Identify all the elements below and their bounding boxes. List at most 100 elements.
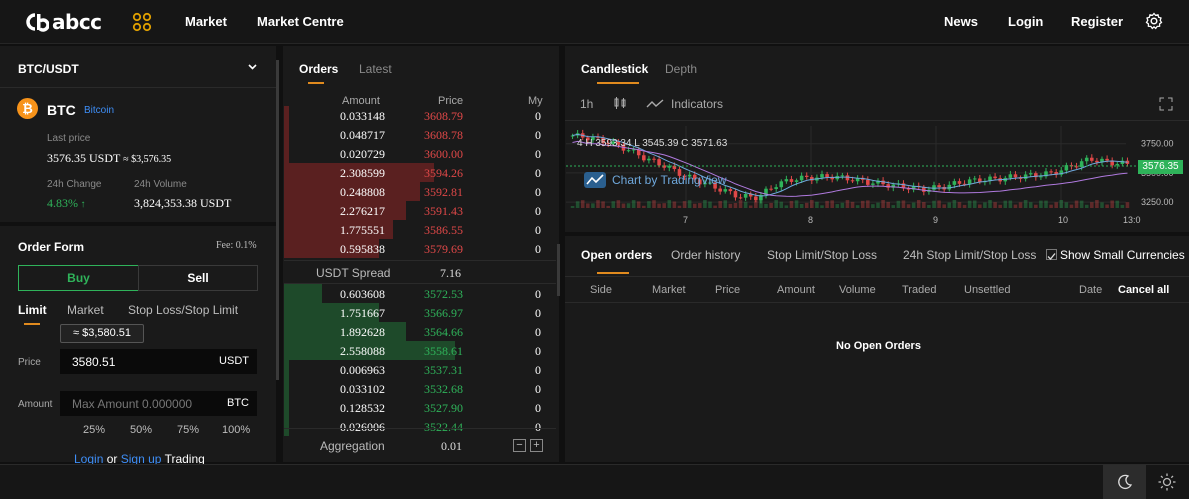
- last-price-value: 3576.35 USDT ≈ $3,576.35: [47, 151, 172, 165]
- volume-bar: [647, 201, 651, 208]
- candle-body: [840, 175, 845, 177]
- depth-bar: [284, 125, 289, 144]
- depth-bar: [284, 144, 289, 163]
- indicators-icon: [646, 99, 664, 108]
- tab-orders[interactable]: Orders: [299, 62, 338, 76]
- tab-latest[interactable]: Latest: [359, 62, 392, 76]
- ask-row[interactable]: 0.020729 3600.00 0: [284, 144, 556, 163]
- ask-row[interactable]: 0.595838 3579.69 0: [284, 239, 556, 258]
- aggregation-plus-button[interactable]: +: [530, 439, 543, 452]
- candle-body: [1105, 158, 1109, 161]
- left-scrollbar[interactable]: [276, 60, 279, 380]
- fullscreen-icon[interactable]: [1159, 97, 1173, 111]
- price-input[interactable]: [60, 349, 220, 374]
- volume-bar: [891, 205, 896, 208]
- candle-body: [804, 175, 809, 178]
- volume-bar: [871, 204, 875, 208]
- price-field: USDT: [60, 349, 257, 374]
- order-type-stop[interactable]: Stop Loss/Stop Limit: [128, 303, 238, 317]
- interval-button[interactable]: 1h: [580, 97, 593, 111]
- volume-bar: [962, 204, 967, 208]
- volume-bar: [927, 204, 931, 208]
- show-small-checkbox[interactable]: [1046, 249, 1057, 260]
- bid-row[interactable]: 0.603608 3572.53 0: [284, 284, 556, 303]
- nav-market-centre[interactable]: Market Centre: [257, 14, 344, 29]
- volume-bar: [830, 200, 834, 208]
- ask-row[interactable]: 2.276217 3591.43 0: [284, 201, 556, 220]
- volume-bar: [942, 204, 946, 208]
- row-amount: 2.276217: [340, 204, 385, 218]
- candle-body: [1090, 157, 1094, 161]
- gear-icon[interactable]: [1145, 12, 1163, 30]
- volume-bar: [799, 203, 804, 208]
- pair-selector[interactable]: BTC/USDT: [0, 46, 276, 88]
- coin-name[interactable]: Bitcoin: [84, 105, 114, 116]
- dark-mode-button[interactable]: [1103, 465, 1146, 499]
- tab-open-orders[interactable]: Open orders: [581, 248, 652, 262]
- tab-24h-stop-limit[interactable]: 24h Stop Limit/Stop Loss: [903, 248, 1036, 262]
- volume-bar: [733, 202, 738, 208]
- candle-body: [754, 196, 758, 201]
- apps-grid-icon[interactable]: [132, 12, 152, 32]
- bid-row[interactable]: 1.892628 3564.66 0: [284, 322, 556, 341]
- buy-button[interactable]: Buy: [18, 265, 139, 291]
- bid-row[interactable]: 2.558088 3558.61 0: [284, 341, 556, 360]
- order-type-limit[interactable]: Limit: [18, 303, 47, 317]
- orderbook-scrollbar[interactable]: [557, 244, 560, 296]
- col-market: Market: [652, 284, 686, 296]
- volume-bar: [794, 200, 799, 208]
- bid-row[interactable]: 0.006963 3537.31 0: [284, 360, 556, 379]
- percent-25-button[interactable]: 25%: [83, 424, 105, 436]
- candle-type-icon[interactable]: [613, 96, 627, 110]
- ask-row[interactable]: 2.308599 3594.26 0: [284, 163, 556, 182]
- bid-row[interactable]: 1.751667 3566.97 0: [284, 303, 556, 322]
- candle-body: [937, 185, 941, 188]
- sell-button[interactable]: Sell: [138, 265, 258, 291]
- volume-bar: [1028, 202, 1033, 208]
- candle-body: [825, 174, 829, 178]
- volume-bar: [825, 200, 829, 208]
- ask-row[interactable]: 0.248808 3592.81 0: [284, 182, 556, 201]
- aggregation-minus-button[interactable]: −: [513, 439, 526, 452]
- top-nav: abcc Market Market Centre News Login Reg…: [0, 0, 1189, 44]
- candle-body: [652, 158, 656, 160]
- percent-100-button[interactable]: 100%: [222, 424, 250, 436]
- volume-bar: [850, 201, 855, 208]
- brand-logo[interactable]: abcc: [25, 10, 102, 34]
- order-type-market[interactable]: Market: [67, 303, 104, 317]
- ask-row[interactable]: 0.048717 3608.78 0: [284, 125, 556, 144]
- row-my: 0: [535, 287, 541, 301]
- row-amount: 0.603608: [340, 287, 385, 301]
- cancel-all-button[interactable]: Cancel all: [1118, 284, 1169, 296]
- tab-stop-limit[interactable]: Stop Limit/Stop Loss: [767, 248, 877, 262]
- percent-75-button[interactable]: 75%: [177, 424, 199, 436]
- ask-row[interactable]: 1.775551 3586.55 0: [284, 220, 556, 239]
- candle-body: [647, 158, 651, 161]
- row-my: 0: [535, 242, 541, 256]
- volume-bar: [1115, 200, 1120, 208]
- nav-register[interactable]: Register: [1071, 14, 1123, 29]
- volume-bar: [1079, 200, 1084, 208]
- nav-market[interactable]: Market: [185, 14, 227, 29]
- sun-icon[interactable]: [1158, 473, 1176, 491]
- tab-order-history[interactable]: Order history: [671, 248, 740, 262]
- candle-body: [718, 188, 722, 192]
- col-date: Date: [1079, 284, 1103, 296]
- show-small-label[interactable]: Show Small Currencies: [1060, 248, 1185, 262]
- amount-input[interactable]: [60, 391, 220, 416]
- tab-candlestick[interactable]: Candlestick: [581, 62, 648, 76]
- volume-bar: [1110, 200, 1114, 208]
- nav-login[interactable]: Login: [1008, 14, 1043, 29]
- active-tab-indicator: [24, 323, 40, 325]
- tab-depth[interactable]: Depth: [665, 62, 697, 76]
- volume-bar: [957, 202, 962, 208]
- percent-50-button[interactable]: 50%: [130, 424, 152, 436]
- candle-body: [774, 187, 778, 189]
- indicators-button[interactable]: Indicators: [671, 97, 723, 111]
- volume-bar: [988, 200, 992, 208]
- bid-row[interactable]: 0.033102 3532.68 0: [284, 379, 556, 398]
- ask-row[interactable]: 0.033148 3608.79 0: [284, 106, 556, 125]
- header-divider: [565, 302, 1189, 303]
- bid-row[interactable]: 0.128532 3527.90 0: [284, 398, 556, 417]
- nav-news[interactable]: News: [944, 14, 978, 29]
